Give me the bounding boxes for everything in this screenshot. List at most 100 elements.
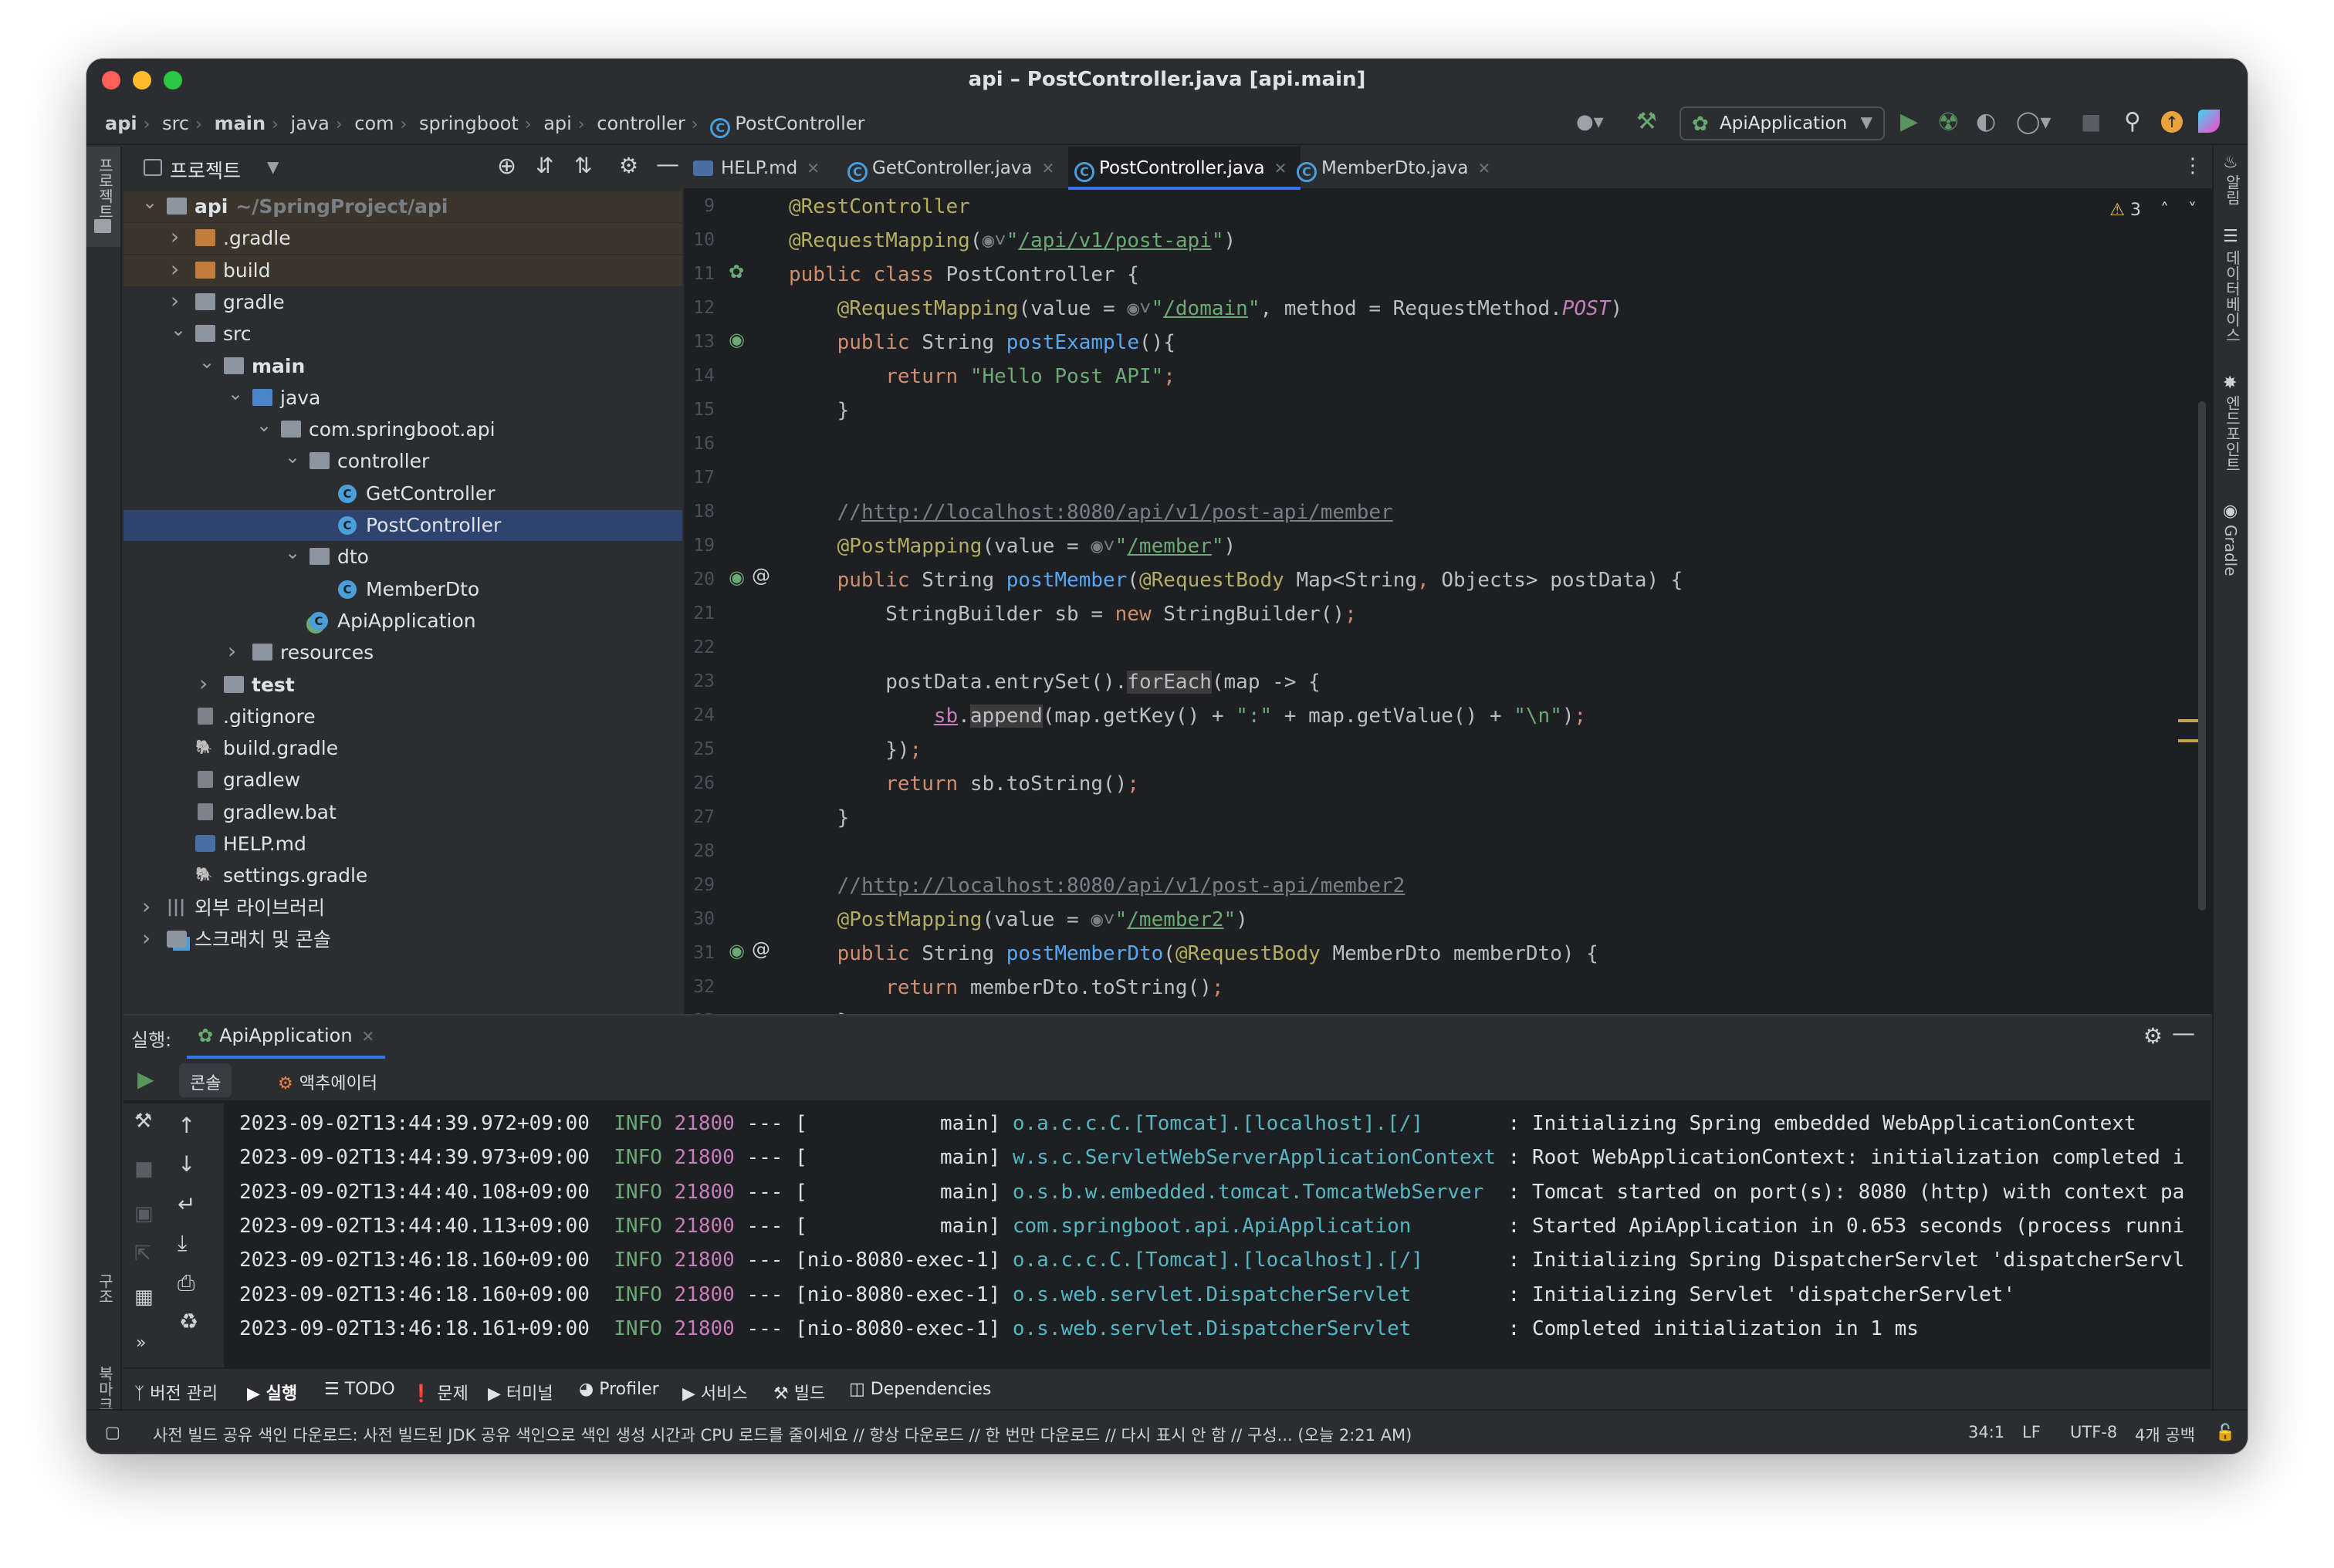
tree-item[interactable]: gradlew.bat	[123, 797, 682, 828]
chevron-down-icon[interactable]: ⌄	[142, 187, 157, 218]
chevron-right-icon[interactable]: ›	[171, 221, 186, 252]
tree-item[interactable]: C MemberDto	[123, 574, 682, 605]
chevron-right-icon[interactable]: ›	[171, 286, 186, 316]
breadcrumb-item[interactable]: api	[105, 113, 137, 134]
database-tool-label[interactable]: 데이터베이스	[2221, 250, 2244, 343]
tree-item[interactable]: HELP.md	[123, 829, 682, 860]
chevron-right-icon[interactable]: ›	[228, 636, 243, 667]
collapse-all-icon[interactable]: ⇅	[574, 153, 592, 178]
locate-icon[interactable]: ⊕	[497, 153, 516, 180]
mapping-gutter-icon[interactable]: ◉	[729, 566, 745, 588]
gradle-tool-label[interactable]: Gradle	[2221, 525, 2240, 576]
tree-item[interactable]: › resources	[123, 637, 682, 668]
tree-item[interactable]: ⌄ com.springboot.api	[123, 414, 682, 445]
tool-services[interactable]: ▶ 서비스	[682, 1380, 748, 1404]
chevron-down-icon[interactable]: ⌄	[285, 441, 300, 472]
tree-item[interactable]: C PostController	[123, 510, 682, 541]
chevron-right-icon[interactable]: ›	[171, 254, 186, 285]
notifications-tool-label[interactable]: 알림	[2221, 174, 2244, 205]
arrow-down-icon[interactable]: ↓	[178, 1151, 195, 1177]
breadcrumb-item[interactable]: java	[291, 113, 330, 134]
chevron-down-icon[interactable]: ⌄	[171, 314, 186, 345]
tool-vcs[interactable]: ᛉ 버전 관리	[134, 1380, 218, 1404]
tree-item[interactable]: C GetController	[123, 478, 682, 509]
status-message[interactable]: 사전 빌드 공유 색인 다운로드: 사전 빌드된 JDK 공유 색인으로 색인 …	[153, 1423, 1412, 1446]
tree-item[interactable]: gradlew	[123, 765, 682, 796]
soft-wrap-icon[interactable]: ↵	[178, 1191, 195, 1217]
breadcrumb-item[interactable]: src	[162, 113, 189, 134]
tool-terminal[interactable]: ▶ 터미널	[488, 1380, 553, 1404]
more-icon[interactable]: »	[136, 1333, 146, 1353]
tool-build[interactable]: ⚒ 빌드	[773, 1380, 825, 1404]
tree-item[interactable]: ⌄ controller	[123, 446, 682, 477]
breadcrumb-item[interactable]: com	[354, 113, 394, 134]
tool-dependencies[interactable]: ◫ Dependencies	[849, 1380, 991, 1399]
gear-icon[interactable]: ⚙	[2143, 1023, 2163, 1049]
tab-post-controller[interactable]: C PostController.java ✕	[1068, 147, 1301, 190]
close-tab-icon[interactable]: ✕	[1042, 159, 1055, 177]
chevron-down-icon[interactable]: ⌄	[228, 378, 243, 409]
tool-todo[interactable]: ☰ TODO	[324, 1380, 395, 1399]
debug-icon[interactable]: ☢	[1937, 105, 1960, 139]
bookmarks-tool-label[interactable]: 북마크	[94, 1366, 117, 1412]
close-tab-icon[interactable]: ✕	[362, 1027, 375, 1046]
line-separator[interactable]: LF	[2022, 1423, 2041, 1441]
console-output[interactable]: 2023-09-02T13:44:39.972+09:00 INFO 21800…	[224, 1103, 2211, 1369]
chevron-right-icon[interactable]: ›	[199, 668, 215, 699]
exit-icon[interactable]: ⇱	[134, 1242, 151, 1266]
panel-toggle-icon[interactable]: ▢	[105, 1423, 120, 1441]
jetbrains-ai-icon[interactable]	[2198, 110, 2220, 133]
tree-item[interactable]: C ApiApplication	[123, 606, 682, 637]
close-tab-icon[interactable]: ✕	[807, 159, 820, 177]
tab-actuator[interactable]: ⚙ 액추에이터	[267, 1063, 388, 1097]
run-icon[interactable]: ▶	[1900, 105, 1918, 139]
endpoints-tool-label[interactable]: 엔드포인트	[2221, 395, 2244, 472]
tree-item[interactable]: ⌄ java	[123, 383, 682, 414]
breadcrumb-item[interactable]: PostController	[735, 113, 864, 134]
project-panel-title[interactable]: 프로젝트	[170, 156, 241, 184]
caret-position[interactable]: 34:1	[1968, 1423, 2004, 1441]
breadcrumb-item[interactable]: main	[215, 113, 266, 134]
close-tab-icon[interactable]: ✕	[1478, 159, 1491, 177]
gear-icon[interactable]: ⚙	[619, 153, 638, 178]
project-tool-button[interactable]: 프로젝트	[86, 147, 120, 247]
tree-item[interactable]: › .gradle	[123, 221, 682, 255]
tree-item[interactable]: ⌄ dto	[123, 542, 682, 573]
user-icon[interactable]: ●▾	[1576, 105, 1604, 139]
close-tab-icon[interactable]: ✕	[1274, 159, 1287, 177]
tree-item[interactable]: › build	[123, 255, 682, 286]
tree-item[interactable]: 🐘 build.gradle	[123, 733, 682, 764]
more-run-icon[interactable]: ◯▾	[2016, 105, 2051, 139]
code-area[interactable]: @RestController @RequestMapping(◉˅"/api/…	[684, 190, 2212, 1014]
tree-item[interactable]: › gradle	[123, 287, 682, 318]
chevron-right-icon[interactable]: ›	[142, 891, 157, 922]
bean-gutter-icon[interactable]: ✿	[729, 261, 744, 282]
chevron-down-icon[interactable]: ⌄	[256, 410, 272, 441]
tree-item[interactable]: ⌄ api ~/SpringProject/api	[123, 191, 682, 222]
chevron-down-icon[interactable]: ⌄	[285, 537, 300, 568]
chevron-down-icon[interactable]: ▼	[267, 157, 279, 176]
search-icon[interactable]: ⚲	[2124, 105, 2141, 139]
tree-item[interactable]: .gitignore	[123, 701, 682, 732]
wrench-icon[interactable]: ⚒	[134, 1110, 152, 1133]
breadcrumb-item[interactable]: controller	[597, 113, 685, 134]
layout-icon[interactable]: ▦	[134, 1286, 154, 1309]
chevron-right-icon[interactable]: ›	[142, 923, 157, 954]
at-gutter-icon[interactable]: @	[752, 565, 770, 586]
trash-icon[interactable]: ♻	[179, 1309, 198, 1334]
tab-console[interactable]: 콘솔	[179, 1063, 232, 1097]
at-gutter-icon[interactable]: @	[752, 938, 770, 960]
breadcrumb-item[interactable]: api	[543, 113, 572, 134]
run-tab-api-application[interactable]: ✿ ApiApplication ✕	[187, 1015, 386, 1059]
stop-icon[interactable]: ■	[134, 1157, 154, 1181]
hide-panel-icon[interactable]: —	[656, 151, 679, 178]
tab-get-controller[interactable]: C GetController.java ✕	[847, 147, 1054, 190]
lock-icon[interactable]: 🔓	[2215, 1423, 2235, 1442]
update-icon[interactable]: ↑	[2161, 111, 2183, 133]
camera-icon[interactable]: ▣	[134, 1202, 154, 1225]
tool-profiler[interactable]: ◕ Profiler	[579, 1380, 659, 1399]
tool-problems[interactable]: ❗ 문제	[411, 1380, 468, 1404]
scroll-to-end-icon[interactable]: ⤓	[178, 1230, 187, 1256]
breadcrumb-item[interactable]: springboot	[419, 113, 519, 134]
rerun-icon[interactable]: ▶	[137, 1066, 154, 1092]
